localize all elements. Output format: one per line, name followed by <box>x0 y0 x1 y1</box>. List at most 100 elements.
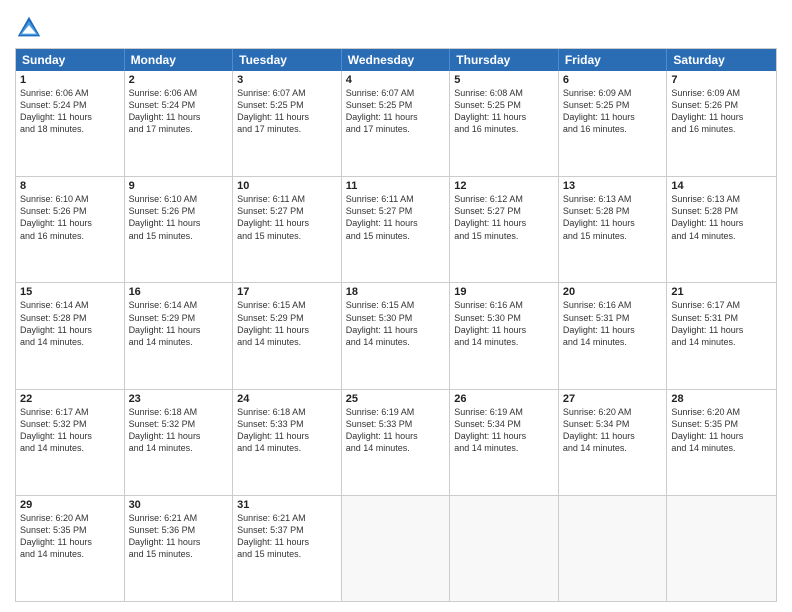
day-number: 16 <box>129 286 229 298</box>
day-cell-10: 10Sunrise: 6:11 AMSunset: 5:27 PMDayligh… <box>233 177 342 282</box>
day-cell-19: 19Sunrise: 6:16 AMSunset: 5:30 PMDayligh… <box>450 283 559 388</box>
cell-line: Sunrise: 6:13 AM <box>671 193 772 205</box>
cell-line: Sunrise: 6:13 AM <box>563 193 663 205</box>
cell-line: Daylight: 11 hours <box>346 430 446 442</box>
cell-line: and 14 minutes. <box>563 442 663 454</box>
day-cell-16: 16Sunrise: 6:14 AMSunset: 5:29 PMDayligh… <box>125 283 234 388</box>
cell-line: Daylight: 11 hours <box>237 324 337 336</box>
cell-line: Daylight: 11 hours <box>563 111 663 123</box>
cell-line: Sunset: 5:33 PM <box>237 418 337 430</box>
cell-line: and 14 minutes. <box>20 442 120 454</box>
day-number: 4 <box>346 74 446 86</box>
cell-line: Sunset: 5:35 PM <box>20 524 120 536</box>
cell-line: and 17 minutes. <box>129 123 229 135</box>
cell-line: Sunrise: 6:21 AM <box>129 512 229 524</box>
day-number: 25 <box>346 393 446 405</box>
cell-line: Sunset: 5:29 PM <box>129 312 229 324</box>
day-number: 30 <box>129 499 229 511</box>
day-number: 26 <box>454 393 554 405</box>
cell-line: Daylight: 11 hours <box>129 324 229 336</box>
cell-line: Sunset: 5:26 PM <box>20 205 120 217</box>
day-number: 2 <box>129 74 229 86</box>
day-cell-7: 7Sunrise: 6:09 AMSunset: 5:26 PMDaylight… <box>667 71 776 176</box>
cell-line: Sunset: 5:24 PM <box>20 99 120 111</box>
header-day-saturday: Saturday <box>667 49 776 71</box>
empty-cell-4-6 <box>667 496 776 601</box>
day-cell-28: 28Sunrise: 6:20 AMSunset: 5:35 PMDayligh… <box>667 390 776 495</box>
day-cell-20: 20Sunrise: 6:16 AMSunset: 5:31 PMDayligh… <box>559 283 668 388</box>
day-number: 22 <box>20 393 120 405</box>
day-cell-21: 21Sunrise: 6:17 AMSunset: 5:31 PMDayligh… <box>667 283 776 388</box>
cell-line: Daylight: 11 hours <box>454 430 554 442</box>
calendar-row-3: 22Sunrise: 6:17 AMSunset: 5:32 PM Dayligh… <box>16 389 776 495</box>
cell-line: and 16 minutes. <box>454 123 554 135</box>
header-day-thursday: Thursday <box>450 49 559 71</box>
cell-line: and 14 minutes. <box>454 442 554 454</box>
cell-line: and 14 minutes. <box>454 336 554 348</box>
cell-line: and 14 minutes. <box>129 442 229 454</box>
cell-line: and 15 minutes. <box>129 548 229 560</box>
day-cell-2: 2Sunrise: 6:06 AMSunset: 5:24 PMDaylight… <box>125 71 234 176</box>
cell-line: Daylight: 11 hours <box>237 217 337 229</box>
day-cell-9: 9Sunrise: 6:10 AMSunset: 5:26 PMDaylight… <box>125 177 234 282</box>
cell-line: Sunrise: 6:07 AM <box>346 87 446 99</box>
cell-line: and 14 minutes. <box>237 442 337 454</box>
cell-line: Sunset: 5:32 PM <box>20 418 120 430</box>
calendar-header: SundayMondayTuesdayWednesdayThursdayFrid… <box>16 49 776 71</box>
day-cell-1: 1Sunrise: 6:06 AMSunset: 5:24 PMDaylight… <box>16 71 125 176</box>
cell-line: and 16 minutes. <box>671 123 772 135</box>
day-number: 27 <box>563 393 663 405</box>
cell-line: Daylight: 11 hours <box>671 324 772 336</box>
cell-line: Sunrise: 6:20 AM <box>20 512 120 524</box>
cell-line: Sunset: 5:26 PM <box>671 99 772 111</box>
day-number: 21 <box>671 286 772 298</box>
day-number: 6 <box>563 74 663 86</box>
empty-cell-4-3 <box>342 496 451 601</box>
cell-line: Sunset: 5:34 PM <box>563 418 663 430</box>
header-day-tuesday: Tuesday <box>233 49 342 71</box>
day-cell-3: 3Sunrise: 6:07 AMSunset: 5:25 PMDaylight… <box>233 71 342 176</box>
empty-cell-4-4 <box>450 496 559 601</box>
cell-line: Sunset: 5:26 PM <box>129 205 229 217</box>
cell-line: Sunset: 5:25 PM <box>237 99 337 111</box>
cell-line: Sunset: 5:27 PM <box>346 205 446 217</box>
cell-line: and 15 minutes. <box>237 548 337 560</box>
calendar: SundayMondayTuesdayWednesdayThursdayFrid… <box>15 48 777 602</box>
cell-line: Daylight: 11 hours <box>20 111 120 123</box>
day-number: 17 <box>237 286 337 298</box>
cell-line: Sunrise: 6:07 AM <box>237 87 337 99</box>
day-cell-30: 30Sunrise: 6:21 AMSunset: 5:36 PMDayligh… <box>125 496 234 601</box>
cell-line: Sunrise: 6:17 AM <box>20 406 120 418</box>
cell-line: and 14 minutes. <box>346 336 446 348</box>
header-day-wednesday: Wednesday <box>342 49 451 71</box>
day-number: 5 <box>454 74 554 86</box>
cell-line: Daylight: 11 hours <box>563 430 663 442</box>
day-number: 19 <box>454 286 554 298</box>
cell-line: Sunrise: 6:17 AM <box>671 299 772 311</box>
cell-line: Daylight: 11 hours <box>129 430 229 442</box>
day-cell-8: 8Sunrise: 6:10 AMSunset: 5:26 PMDaylight… <box>16 177 125 282</box>
cell-line: Sunset: 5:31 PM <box>563 312 663 324</box>
cell-line: and 17 minutes. <box>346 123 446 135</box>
cell-line: and 15 minutes. <box>454 230 554 242</box>
header-day-monday: Monday <box>125 49 234 71</box>
cell-line: Sunrise: 6:14 AM <box>129 299 229 311</box>
day-number: 31 <box>237 499 337 511</box>
cell-line: Daylight: 11 hours <box>346 217 446 229</box>
cell-line: Daylight: 11 hours <box>237 430 337 442</box>
cell-line: Daylight: 11 hours <box>671 430 772 442</box>
cell-line: and 16 minutes. <box>20 230 120 242</box>
day-number: 12 <box>454 180 554 192</box>
day-cell-24: 24Sunrise: 6:18 AMSunset: 5:33 PMDayligh… <box>233 390 342 495</box>
cell-line: Sunset: 5:33 PM <box>346 418 446 430</box>
cell-line: Sunset: 5:36 PM <box>129 524 229 536</box>
day-cell-23: 23Sunrise: 6:18 AMSunset: 5:32 PMDayligh… <box>125 390 234 495</box>
cell-line: Sunrise: 6:15 AM <box>346 299 446 311</box>
day-number: 28 <box>671 393 772 405</box>
cell-line: Sunrise: 6:12 AM <box>454 193 554 205</box>
cell-line: and 15 minutes. <box>237 230 337 242</box>
header <box>15 10 777 42</box>
cell-line: Daylight: 11 hours <box>20 536 120 548</box>
cell-line: and 14 minutes. <box>346 442 446 454</box>
cell-line: Sunset: 5:31 PM <box>671 312 772 324</box>
